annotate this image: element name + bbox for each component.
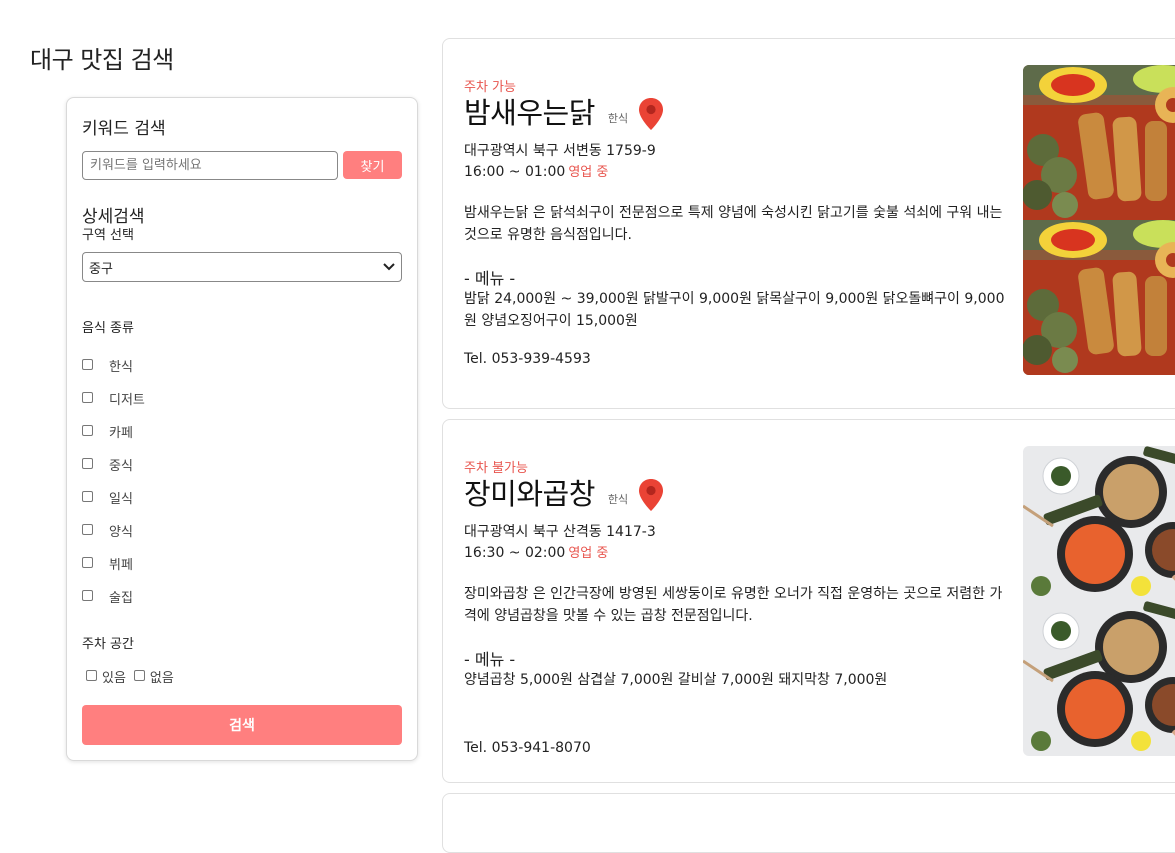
food-type-checkbox[interactable] [82,425,93,436]
map-pin-icon[interactable] [638,97,664,131]
restaurant-category: 한식 [607,493,629,506]
region-select-label: 구역 선택 [82,228,134,243]
menu-title: - 메뉴 - [464,269,516,288]
open-status: 영업 중 [568,165,609,180]
search-submit-button[interactable]: 검색 [82,705,402,745]
restaurant-title-row: 장미와곱창 한식 [464,476,664,512]
restaurant-photo [1023,65,1175,375]
gopchang-photo [1023,446,1175,756]
food-type-option[interactable]: 디저트 [82,389,145,422]
food-type-option[interactable]: 양식 [82,521,145,554]
restaurant-description: 밤새우는닭 은 닭석쇠구이 전문점으로 특제 양념에 숙성시킨 닭고기를 숯불 … [464,205,1003,243]
parking-yes-label: 있음 [102,671,126,686]
food-type-checkbox[interactable] [82,590,93,601]
restaurant-tel: Tel. 053-941-8070 [464,740,591,756]
parking-options: 있음 없음 [86,667,182,686]
restaurant-photo [1023,446,1175,756]
food-type-checkbox[interactable] [82,458,93,469]
food-type-option[interactable]: 카페 [82,422,145,455]
chicken-photo [1023,65,1175,375]
restaurant-tel: Tel. 053-939-4593 [464,351,591,367]
restaurant-address: 대구광역시 북구 산격동 1417-3 [464,524,656,540]
parking-no-label: 없음 [149,671,174,686]
food-type-checkbox[interactable] [82,524,93,535]
page-title: 대구 맛집 검색 [30,46,174,74]
restaurant-menu: 양념곱창 5,000원 삼겹살 7,000원 갈비살 7,000원 돼지막창 7… [464,672,888,688]
open-status: 영업 중 [568,546,609,561]
find-button[interactable]: 찾기 [343,151,402,179]
food-type-option[interactable]: 일식 [82,488,145,521]
restaurant-name: 장미와곱창 [464,477,595,511]
restaurant-hours: 16:30 ~ 02:00 영업 중 [464,545,609,561]
food-type-label: 음식 종류 [82,321,134,336]
restaurant-menu: 밤닭 24,000원 ~ 39,000원 닭발구이 9,000원 닭목살구이 9… [464,291,1005,329]
menu-title: - 메뉴 - [464,650,516,669]
food-type-list: 한식 디저트 카페 중식 일식 양식 뷔페 술집 [82,356,145,620]
region-select-value: 중구 [89,261,113,277]
restaurant-hours: 16:00 ~ 01:00 영업 중 [464,164,609,180]
restaurant-name: 밤새우는닭 [464,96,595,130]
restaurant-card[interactable]: 주차 가능 밤새우는닭 한식 대구광역시 북구 서변동 1759-9 16:00… [442,38,1175,409]
parking-no-checkbox[interactable] [133,670,145,681]
food-type-option[interactable]: 술집 [82,587,145,620]
restaurant-address: 대구광역시 북구 서변동 1759-9 [464,143,656,159]
food-type-checkbox[interactable] [82,491,93,502]
parking-label: 주차 공간 [82,637,134,652]
keyword-search-title: 키워드 검색 [82,119,166,139]
parking-yes-checkbox[interactable] [86,670,97,681]
food-type-option[interactable]: 한식 [82,356,145,389]
food-type-checkbox[interactable] [82,557,93,568]
parking-status: 주차 불가능 [464,461,528,476]
parking-status: 주차 가능 [464,80,516,95]
map-pin-icon[interactable] [638,478,664,512]
region-select[interactable]: 중구 [82,252,402,282]
food-type-option[interactable]: 뷔페 [82,554,145,587]
restaurant-title-row: 밤새우는닭 한식 [464,95,664,131]
restaurant-description: 장미와곱창 은 인간극장에 방영된 세쌍둥이로 유명한 오너가 직접 운영하는 … [464,586,1003,624]
chevron-down-icon [383,263,395,271]
restaurant-category: 한식 [607,112,629,125]
food-type-option[interactable]: 중식 [82,455,145,488]
restaurant-card[interactable] [442,793,1175,853]
restaurant-card[interactable]: 주차 불가능 장미와곱창 한식 대구광역시 북구 산격동 1417-3 16:3… [442,419,1175,783]
keyword-search-input[interactable] [82,151,338,180]
search-panel: 키워드 검색 찾기 상세검색 구역 선택 중구 음식 종류 한식 디저트 카페 … [66,97,418,761]
food-type-checkbox[interactable] [82,392,93,403]
food-type-checkbox[interactable] [82,359,93,370]
